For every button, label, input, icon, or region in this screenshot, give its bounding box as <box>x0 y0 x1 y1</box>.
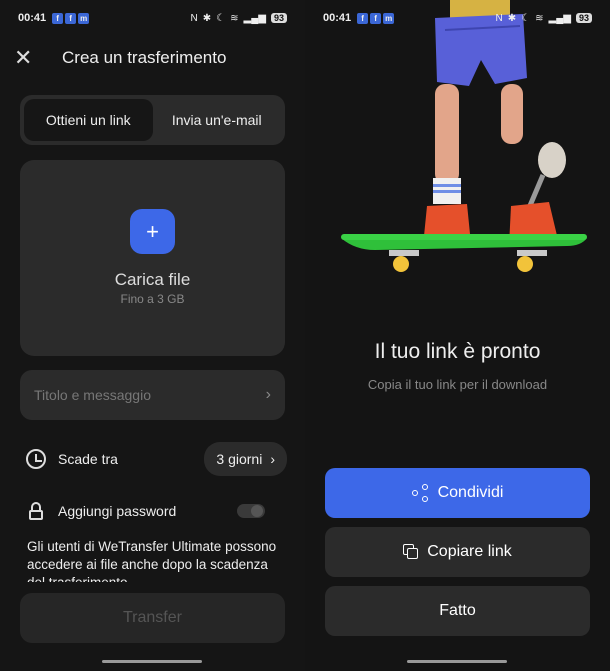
tab-get-link[interactable]: Ottieni un link <box>24 99 153 141</box>
password-row: Aggiungi password <box>26 500 279 522</box>
mode-tabs: Ottieni un link Invia un'e-mail <box>20 95 285 145</box>
transfer-button[interactable]: Transfer <box>20 593 285 643</box>
link-ready-screen: 00:41 f f m N ✱ ☾ ≋ ▂▄▆ 93 Il tuo link è… <box>305 0 610 671</box>
battery-indicator: 93 <box>270 13 287 23</box>
share-icon <box>411 484 430 502</box>
title-message-field[interactable]: Titolo e messaggio › <box>20 370 285 420</box>
moon-icon: ☾ <box>521 12 531 24</box>
notification-icons: f f m <box>52 12 90 24</box>
add-file-button[interactable]: + <box>130 209 175 254</box>
header: ✕ Crea un trasferimento <box>0 40 305 76</box>
done-button[interactable]: Fatto <box>325 586 590 636</box>
battery-indicator: 93 <box>575 13 592 23</box>
chevron-right-icon: › <box>270 451 275 467</box>
system-icons: N ✱ ☾ ≋ ▂▄▆ 93 <box>191 13 287 24</box>
messenger-icon: m <box>383 12 395 24</box>
messenger-icon: m <box>78 12 90 24</box>
facebook-icon: f <box>52 12 64 24</box>
skateboarder-illustration <box>341 0 587 272</box>
upload-title: Carica file <box>114 270 191 289</box>
signal-icon: ▂▄▆ <box>243 12 266 24</box>
expiry-label: Scade tra <box>58 451 118 467</box>
done-button-label: Fatto <box>439 602 476 619</box>
lock-icon <box>29 502 43 520</box>
bluetooth-icon: ✱ <box>507 12 517 24</box>
home-indicator[interactable] <box>407 660 507 663</box>
status-bar: 00:41 f f m N ✱ ☾ ≋ ▂▄▆ 93 <box>0 0 305 36</box>
share-button-label: Condividi <box>437 484 504 501</box>
create-transfer-screen: 00:41 f f m N ✱ ☾ ≋ ▂▄▆ 93 ✕ Crea un tra… <box>0 0 305 671</box>
wifi-icon: ≋ <box>535 12 544 24</box>
bluetooth-icon: ✱ <box>202 12 212 24</box>
tab-send-email[interactable]: Invia un'e-mail <box>153 99 282 141</box>
chevron-right-icon: › <box>265 386 271 403</box>
facebook-icon: f <box>357 12 369 24</box>
expiry-value: 3 giorni <box>216 451 263 467</box>
notification-icons: f f m <box>357 12 395 24</box>
wifi-icon: ≋ <box>230 12 239 24</box>
title-message-placeholder: Titolo e messaggio <box>34 387 151 403</box>
ultimate-note: Gli utenti di WeTransfer Ultimate posson… <box>27 539 277 582</box>
nfc-icon: N <box>190 12 198 24</box>
moon-icon: ☾ <box>216 12 226 24</box>
facebook-icon: f <box>65 12 77 24</box>
password-toggle[interactable] <box>237 504 265 518</box>
link-ready-subtitle: Copia il tuo link per il download <box>367 377 548 392</box>
home-indicator[interactable] <box>102 660 202 663</box>
copy-icon <box>403 544 419 560</box>
clock-icon <box>26 449 46 469</box>
expiry-row: Scade tra 3 giorni › <box>26 442 287 476</box>
system-icons: N ✱ ☾ ≋ ▂▄▆ 93 <box>496 13 592 24</box>
signal-icon: ▂▄▆ <box>548 12 571 24</box>
password-label: Aggiungi password <box>58 503 177 519</box>
facebook-icon: f <box>370 12 382 24</box>
share-button[interactable]: Condividi <box>325 468 590 518</box>
upload-limit: Fino a 3 GB <box>120 292 185 306</box>
status-bar: 00:41 f f m N ✱ ☾ ≋ ▂▄▆ 93 <box>305 0 610 36</box>
nfc-icon: N <box>495 12 503 24</box>
page-title: Crea un trasferimento <box>62 48 227 67</box>
expiry-select[interactable]: 3 giorni › <box>204 442 287 476</box>
status-time: 00:41 <box>323 12 352 24</box>
status-time: 00:41 <box>18 12 47 24</box>
copy-link-button[interactable]: Copiare link <box>325 527 590 577</box>
close-icon[interactable]: ✕ <box>14 47 34 69</box>
upload-area[interactable]: + Carica file Fino a 3 GB <box>20 160 285 356</box>
link-ready-title: Il tuo link è pronto <box>374 340 541 363</box>
copy-link-label: Copiare link <box>427 543 512 560</box>
